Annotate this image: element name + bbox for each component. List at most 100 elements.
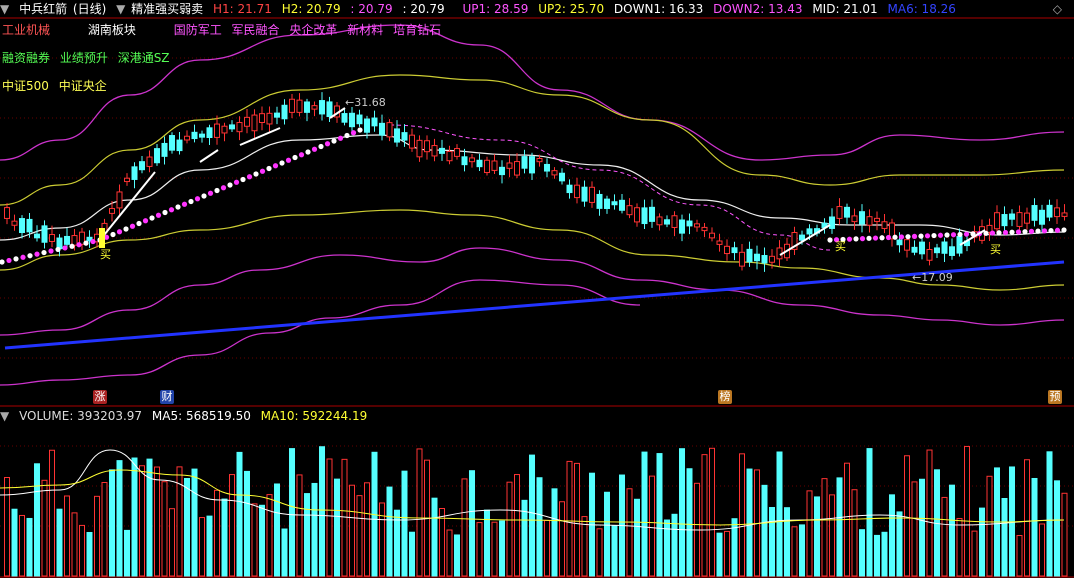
settings-icon[interactable]: ▼ <box>0 0 9 18</box>
candle-body <box>499 166 505 176</box>
indicator-dot <box>872 235 879 241</box>
signal-label: 买 <box>835 240 846 253</box>
candle-body <box>124 177 130 183</box>
candle-body <box>919 241 925 255</box>
tag-item[interactable]: 中证央企 <box>59 79 107 93</box>
volume-bar <box>1061 492 1068 577</box>
candle-body <box>379 122 385 136</box>
indicator-dot <box>285 157 292 163</box>
candle-body <box>191 131 198 140</box>
tag-item[interactable]: 深港通SZ <box>118 51 170 65</box>
tag-item[interactable]: 国防军工 <box>174 23 222 37</box>
h2-value: H2: 20.79 <box>281 2 341 16</box>
volume-bar <box>911 481 918 577</box>
volume-bar <box>941 496 948 577</box>
tag-item[interactable]: 新材料 <box>347 23 383 37</box>
volume-bar <box>566 460 573 577</box>
indicator-dot <box>337 135 344 141</box>
volume-ma5-value: MA5: 568519.50 <box>151 409 251 423</box>
candle-body <box>544 163 550 172</box>
volume-bar <box>896 511 903 577</box>
volume-bar <box>79 524 85 577</box>
candle-body <box>1024 212 1030 224</box>
candle-body <box>424 140 430 153</box>
volume-bar <box>791 526 798 577</box>
volume-bar <box>161 481 168 577</box>
candle-body <box>454 148 460 157</box>
ma6-value: MA6: 18.26 <box>887 2 956 16</box>
volume-bar <box>799 524 805 577</box>
indicator-dot <box>55 246 61 253</box>
candle-body <box>836 206 843 219</box>
period-label[interactable]: (日线) <box>73 0 106 18</box>
volume-bar <box>116 460 123 577</box>
indicator-dot <box>62 245 68 251</box>
indicator-dot <box>918 233 924 239</box>
tag-item[interactable]: 军民融合 <box>232 23 280 37</box>
sector-tags-row1: 工业机械 湖南板块 国防军工 军民融合 央企改革 新材料 培育钻石 <box>2 22 447 38</box>
candle-body <box>64 235 70 245</box>
indicator-dot <box>227 182 233 188</box>
volume-bar <box>86 531 93 577</box>
event-marker[interactable]: 预 <box>1048 390 1062 404</box>
tag-item[interactable]: 央企改革 <box>289 23 337 37</box>
volume-settings-icon[interactable]: ▼ <box>0 409 9 423</box>
candle-body <box>266 112 273 125</box>
volume-bar <box>259 504 265 577</box>
candle-body <box>881 221 888 229</box>
indicator-dot <box>318 143 324 150</box>
candle-body <box>319 100 325 115</box>
volume-bar <box>154 466 160 577</box>
volume-bar <box>559 501 565 577</box>
candle-body <box>686 220 693 227</box>
tag-item[interactable]: 融资融券 <box>2 51 50 65</box>
candle-body <box>341 113 348 123</box>
volume-bar <box>634 498 640 577</box>
h1-value: H1: 21.71 <box>213 2 272 16</box>
volume-bar <box>71 512 78 577</box>
indicator-dot <box>20 254 26 260</box>
candle-body <box>19 218 25 234</box>
volume-bar <box>34 463 40 577</box>
volume-bar <box>806 490 813 577</box>
volume-bar <box>836 477 843 577</box>
candle-body <box>116 191 123 209</box>
indicator-dot <box>827 237 833 243</box>
event-marker[interactable]: 榜 <box>718 390 732 404</box>
tag-item[interactable]: 中证500 <box>2 79 49 93</box>
candle-body <box>251 114 258 132</box>
collapse-icon[interactable]: ◇ <box>1053 0 1062 18</box>
tag-item[interactable]: 湖南板块 <box>88 23 136 37</box>
candle-body <box>49 234 55 242</box>
candle-body <box>739 251 745 267</box>
tag-item[interactable]: 工业机械 <box>2 23 50 37</box>
candle-body <box>941 241 948 254</box>
volume-bar <box>476 522 483 577</box>
indicator-dot <box>944 232 950 238</box>
candle-body <box>566 184 573 194</box>
volume-bar <box>866 448 873 577</box>
indicator-toggle-icon[interactable]: ▼ <box>116 0 125 18</box>
kline-chart[interactable]: ←31.68←17.09买买买 <box>0 0 1074 578</box>
candle-body <box>926 248 933 261</box>
candle-body <box>731 247 738 254</box>
volume-bar <box>739 453 745 577</box>
candle-body <box>536 157 543 163</box>
event-marker[interactable]: 涨 <box>93 390 107 404</box>
mid-value: MID: 21.01 <box>812 2 878 16</box>
volume-bar <box>49 449 55 577</box>
indicator-dot <box>1009 229 1015 235</box>
candle-body <box>34 233 40 239</box>
indicator-dot <box>246 174 253 180</box>
candle-body <box>574 184 580 199</box>
event-marker[interactable]: 财 <box>160 390 174 404</box>
tag-item[interactable]: 业绩预升 <box>60 51 108 65</box>
volume-bar <box>304 493 310 577</box>
indicator-dot <box>83 240 89 246</box>
candle-body <box>221 125 228 134</box>
volume-bar <box>821 478 828 577</box>
volume-bar <box>19 514 25 577</box>
tag-item[interactable]: 培育钻石 <box>393 23 441 37</box>
lower-band-2 <box>0 247 1065 336</box>
indicator-name[interactable]: 精准强买弱卖 <box>131 0 203 18</box>
